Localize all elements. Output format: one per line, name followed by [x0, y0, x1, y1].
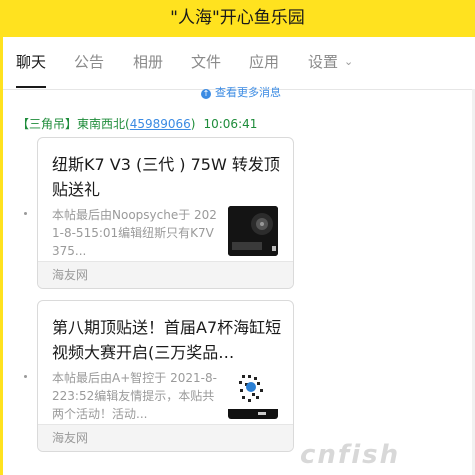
up-arrow-circle-icon: ↑ — [201, 89, 211, 99]
tab-chat-label: 聊天 — [16, 53, 47, 71]
sender-id-close: ) — [190, 117, 196, 131]
tab-bar: 聊天 公告 相册 文件 应用 设置 ⌄ — [3, 37, 475, 90]
sender-id-link[interactable]: 45989066 — [130, 117, 191, 131]
tab-files-label: 文件 — [191, 53, 222, 71]
tab-apps[interactable]: 应用 — [249, 51, 279, 77]
view-more-messages-link[interactable]: ↑ 查看更多消息 — [201, 84, 281, 100]
card-source: 海友网 — [38, 424, 293, 451]
card-description: 本帖最后由A+智控于 2021-8-223:52编辑友情提示，本贴共两个活动！活… — [52, 371, 217, 421]
chat-window: 聊天 公告 相册 文件 应用 设置 ⌄ ↑ 查看更多消息 【三角吊】東南西北(459… — [3, 37, 475, 475]
speaker-thumbnail-image — [228, 206, 278, 256]
message-time: 10:06:41 — [203, 117, 258, 131]
card-thumbnail — [228, 369, 278, 419]
sender-tag: 【三角吊】 — [17, 117, 78, 131]
active-tab-indicator — [16, 86, 47, 88]
view-more-messages-label: 查看更多消息 — [215, 86, 281, 99]
message-sender: 【三角吊】東南西北(45989066) 10:06:41 — [17, 115, 257, 132]
sender-name: 東南西北 — [77, 117, 126, 131]
message-bullet — [24, 212, 27, 215]
tab-chat[interactable]: 聊天 — [16, 51, 47, 88]
shared-post-card[interactable]: 纽斯K7 V3 (三代 ) 75W 转发顶贴送礼 本帖最后由Noopsyche于… — [37, 137, 294, 289]
tab-files[interactable]: 文件 — [191, 51, 221, 77]
tab-apps-label: 应用 — [249, 53, 280, 71]
tab-settings-label: 设置 — [308, 53, 339, 71]
tab-album-label: 相册 — [133, 53, 164, 71]
site-watermark: cnfish — [300, 440, 401, 470]
card-source: 海友网 — [38, 261, 293, 288]
tab-album[interactable]: 相册 — [133, 51, 163, 77]
card-description: 本帖最后由Noopsyche于 2021-8-515:01编辑纽斯只有K7V37… — [52, 208, 217, 258]
shared-post-card[interactable]: 第八期顶贴送！首届A7杯海缸短视频大赛开启(三万奖品… 本帖最后由A+智控于 2… — [37, 300, 294, 452]
tab-announcements[interactable]: 公告 — [74, 51, 104, 77]
chevron-down-icon: ⌄ — [344, 55, 354, 68]
card-title: 纽斯K7 V3 (三代 ) 75W 转发顶贴送礼 — [52, 155, 280, 199]
tab-settings[interactable]: 设置 ⌄ — [308, 51, 353, 77]
window-title: "人海"开心鱼乐园 — [0, 0, 475, 37]
card-title: 第八期顶贴送！首届A7杯海缸短视频大赛开启(三万奖品… — [52, 318, 282, 362]
tab-announcements-label: 公告 — [74, 53, 105, 71]
card-thumbnail — [228, 206, 278, 256]
qr-code-thumbnail-image — [228, 369, 278, 419]
message-bullet — [24, 375, 27, 378]
